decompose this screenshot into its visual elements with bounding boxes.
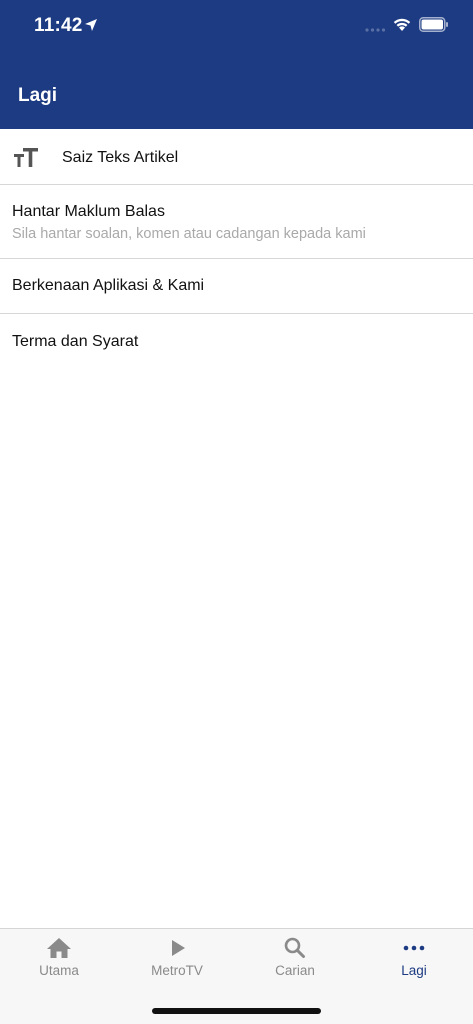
page-title: Lagi [18,85,58,106]
status-time: 11:42 [34,15,83,36]
more-dots-icon [403,945,425,951]
terms-row[interactable]: Terma dan Syarat [0,314,473,369]
screen: 11:42 Lagi Saiz Teks Artikel Hantar Makl… [0,0,473,1024]
text-size-label: Saiz Teks Artikel [62,149,179,166]
location-arrow-icon [85,19,97,31]
tab-carian[interactable]: Carian [236,929,354,989]
tab-carian-label: Carian [275,963,315,978]
about-row[interactable]: Berkenaan Aplikasi & Kami [0,259,473,314]
about-label: Berkenaan Aplikasi & Kami [12,277,205,294]
terms-label: Terma dan Syarat [12,333,139,350]
status-bar: 11:42 [0,0,473,54]
battery-icon [419,17,448,32]
home-indicator [152,1008,321,1014]
search-icon [284,937,305,958]
tab-lagi-label: Lagi [401,963,427,978]
tab-lagi[interactable]: Lagi [355,929,473,989]
play-icon [172,940,185,956]
feedback-label: Hantar Maklum Balas [12,203,165,220]
header: 11:42 Lagi [0,0,473,129]
tab-utama-label: Utama [39,963,79,978]
feedback-row[interactable]: Hantar Maklum Balas Sila hantar soalan, … [0,185,473,259]
tab-metrotv-label: MetroTV [151,963,203,978]
settings-list: Saiz Teks Artikel Hantar Maklum Balas Si… [0,129,473,369]
signal-icon [365,28,386,32]
text-size-icon [14,148,38,167]
tab-metrotv[interactable]: MetroTV [118,929,236,989]
feedback-subtitle: Sila hantar soalan, komen atau cadangan … [12,226,366,242]
tab-utama[interactable]: Utama [0,929,118,989]
wifi-icon [393,18,411,31]
home-icon [47,938,71,958]
text-size-row[interactable]: Saiz Teks Artikel [0,129,473,185]
